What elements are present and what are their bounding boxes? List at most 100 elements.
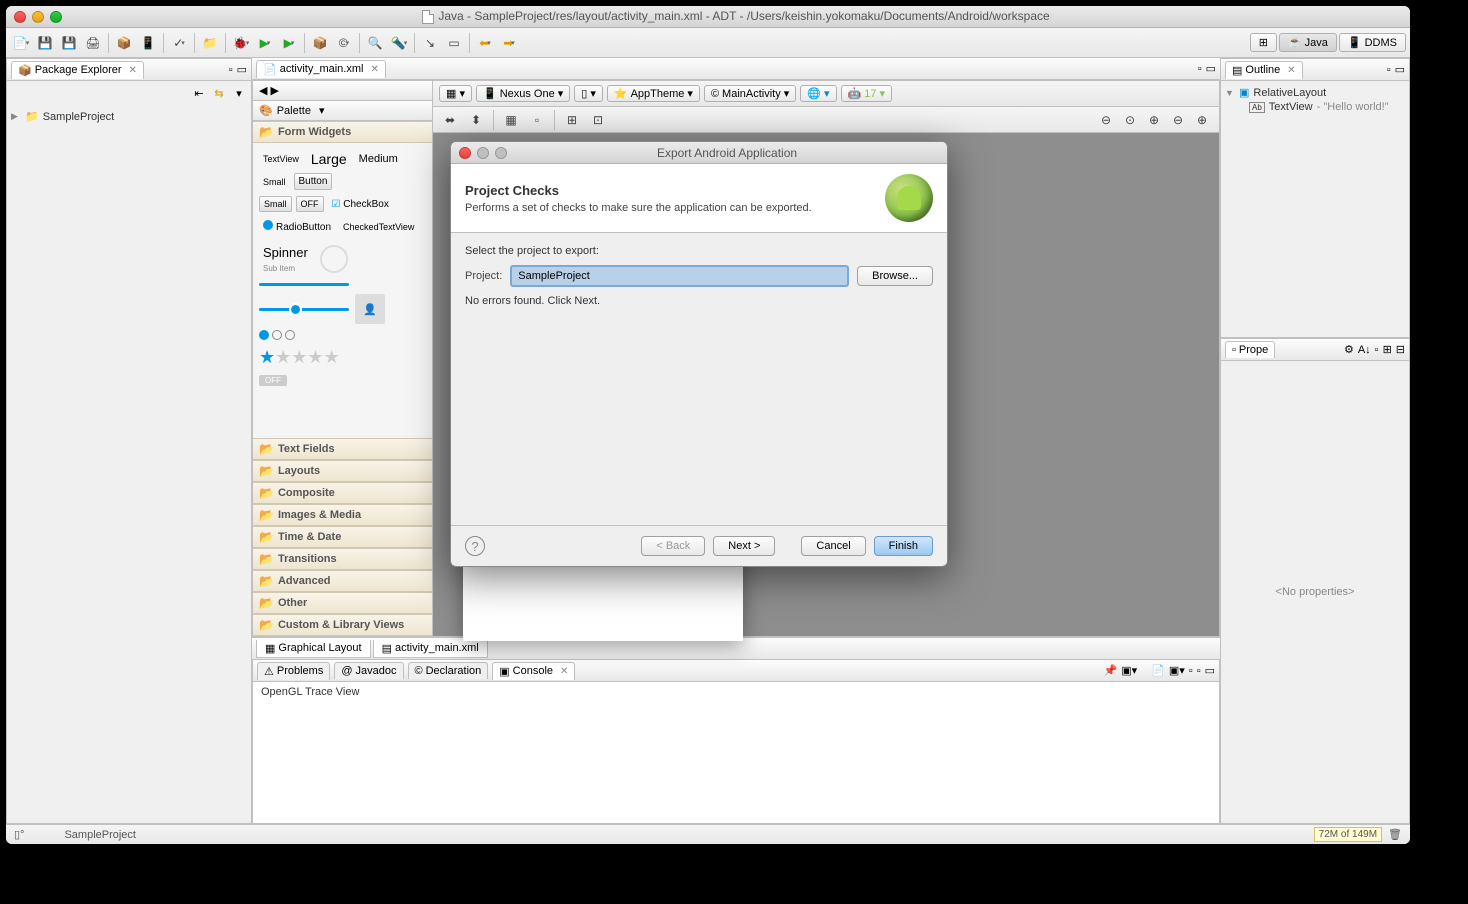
palette-custom[interactable]: 📂Custom & Library Views bbox=[253, 614, 432, 636]
widget-checkedtextview[interactable]: CheckedTextView bbox=[339, 220, 418, 234]
new-package-button[interactable]: 📦 bbox=[309, 32, 331, 54]
widget-small-button[interactable]: Small bbox=[259, 196, 292, 212]
minimize-window-icon[interactable] bbox=[32, 11, 44, 23]
close-window-icon[interactable] bbox=[14, 11, 26, 23]
toggle-margin-icon[interactable]: ▫ bbox=[526, 109, 548, 131]
xml-source-tab[interactable]: ▤ activity_main.xml bbox=[373, 640, 488, 658]
link-editor-icon[interactable]: ⇆ bbox=[211, 85, 227, 101]
project-input[interactable] bbox=[510, 265, 849, 287]
javadoc-tab[interactable]: @ Javadoc bbox=[334, 662, 403, 679]
widget-medium[interactable]: Medium bbox=[355, 151, 402, 167]
save-button[interactable]: 💾 bbox=[34, 32, 56, 54]
widget-switch[interactable]: OFF bbox=[259, 374, 426, 386]
zoom-window-icon[interactable] bbox=[50, 11, 62, 23]
editor-tab[interactable]: 📄 activity_main.xml✕ bbox=[256, 60, 386, 78]
run-button[interactable]: ▶▾ bbox=[254, 32, 276, 54]
search-button[interactable]: 🔦▾ bbox=[388, 32, 410, 54]
print-button[interactable]: 🖨 bbox=[82, 32, 104, 54]
locale-dropdown[interactable]: 🌐 ▾ bbox=[800, 85, 836, 102]
align-h-icon[interactable]: ⬌ bbox=[439, 109, 461, 131]
props-btn2-icon[interactable]: A↓ bbox=[1358, 344, 1371, 356]
zoom-out-icon[interactable]: ⊖ bbox=[1095, 109, 1117, 131]
palette-images-media[interactable]: 📂Images & Media bbox=[253, 504, 432, 526]
outline-min-icon[interactable]: ▫ bbox=[1387, 64, 1391, 76]
widget-textview[interactable]: TextView bbox=[259, 152, 303, 166]
widget-spinner[interactable]: Spinner bbox=[259, 243, 312, 262]
widget-button[interactable]: Button bbox=[294, 173, 333, 190]
forward-button[interactable]: ➡▾ bbox=[498, 32, 520, 54]
dialog-close-icon[interactable] bbox=[459, 147, 471, 159]
props-btn3-icon[interactable]: ▫ bbox=[1375, 344, 1379, 356]
zoom-in-icon[interactable]: ⊖ bbox=[1167, 109, 1189, 131]
palette-composite[interactable]: 📂Composite bbox=[253, 482, 432, 504]
outline-max-icon[interactable]: ▭ bbox=[1395, 63, 1405, 76]
outline-tab[interactable]: ▤ Outline✕ bbox=[1225, 61, 1303, 79]
minimize-view-icon[interactable]: ▭ bbox=[237, 63, 247, 76]
widget-toggle[interactable]: OFF bbox=[296, 196, 324, 212]
palette-layouts[interactable]: 📂Layouts bbox=[253, 460, 432, 482]
palette-nav[interactable]: ◀ ▶ bbox=[253, 81, 432, 101]
minimize-editor-icon[interactable]: ▫ bbox=[1198, 63, 1202, 75]
ddms-perspective-button[interactable]: 📱DDMS bbox=[1339, 33, 1406, 52]
device-dropdown[interactable]: 📱 Nexus One ▾ bbox=[476, 85, 570, 102]
zoom-reset-icon[interactable]: ⊙ bbox=[1119, 109, 1141, 131]
widget-small[interactable]: Small bbox=[259, 175, 290, 189]
memory-indicator[interactable]: 72M of 149M bbox=[1314, 827, 1382, 842]
open-perspective-button[interactable]: ⊞ bbox=[1250, 33, 1277, 52]
widget-large[interactable]: Large bbox=[307, 149, 351, 169]
progress-circle-icon[interactable] bbox=[320, 245, 348, 273]
view-menu-icon[interactable]: ▫ bbox=[229, 64, 233, 76]
widget-radiobutton[interactable]: RadioButton bbox=[259, 218, 335, 235]
widget-subitem[interactable]: Sub Item bbox=[259, 262, 312, 275]
avd-manager-button[interactable]: 📱 bbox=[137, 32, 159, 54]
back-button[interactable]: ⬅▾ bbox=[474, 32, 496, 54]
finish-button[interactable]: Finish bbox=[874, 536, 933, 556]
api-dropdown[interactable]: 🤖17 ▾ bbox=[841, 85, 892, 102]
palette-other[interactable]: 📂Other bbox=[253, 592, 432, 614]
console-min-icon[interactable]: ▫ bbox=[1197, 665, 1201, 677]
new-button[interactable]: 📄▾ bbox=[10, 32, 32, 54]
debug-button[interactable]: 🐞▾ bbox=[230, 32, 252, 54]
toggle-mark-button[interactable]: ↘ bbox=[419, 32, 441, 54]
widget-seekbar[interactable] bbox=[259, 308, 349, 311]
console-lock-icon[interactable]: ▫ bbox=[1189, 665, 1193, 677]
next-button[interactable]: Next > bbox=[713, 536, 775, 556]
console-clear-icon[interactable]: 📄 bbox=[1151, 664, 1165, 677]
declaration-tab[interactable]: © Declaration bbox=[408, 662, 489, 679]
props-btn5-icon[interactable]: ⊟ bbox=[1396, 343, 1405, 356]
java-perspective-button[interactable]: ☕Java bbox=[1279, 33, 1337, 52]
gc-icon[interactable]: 🗑 bbox=[1388, 828, 1402, 841]
collapse-all-icon[interactable]: ⇤ bbox=[191, 85, 207, 101]
outline-child[interactable]: AbTextView - "Hello world!" bbox=[1225, 100, 1405, 114]
console-max-icon[interactable]: ▭ bbox=[1205, 664, 1215, 677]
palette-text-fields[interactable]: 📂Text Fields bbox=[253, 438, 432, 460]
close-outline-icon[interactable]: ✕ bbox=[1287, 65, 1295, 76]
browse-button[interactable]: Browse... bbox=[857, 266, 933, 286]
palette-time-date[interactable]: 📂Time & Date bbox=[253, 526, 432, 548]
toggle-block-button[interactable]: ▭ bbox=[443, 32, 465, 54]
widget-radiogroup[interactable] bbox=[259, 330, 426, 343]
widget-ratingbar[interactable]: ★★★★★ bbox=[259, 347, 426, 368]
toggle-constraints-icon[interactable]: ⊞ bbox=[561, 109, 583, 131]
props-btn4-icon[interactable]: ⊞ bbox=[1383, 343, 1392, 356]
lint-button[interactable]: ✓▾ bbox=[168, 32, 190, 54]
cancel-button[interactable]: Cancel bbox=[801, 536, 865, 556]
widget-checkbox[interactable]: ☑ CheckBox bbox=[328, 197, 393, 212]
zoom-fit-icon[interactable]: ⊕ bbox=[1143, 109, 1165, 131]
properties-tab[interactable]: ▫ Prope bbox=[1225, 341, 1275, 358]
palette-form-widgets[interactable]: 📂Form Widgets bbox=[253, 121, 432, 143]
console-display-icon[interactable]: ▣▾ bbox=[1121, 664, 1137, 677]
config-dropdown[interactable]: ▦ ▾ bbox=[439, 85, 472, 102]
console-tab[interactable]: ▣ Console✕ bbox=[492, 662, 575, 680]
props-btn1-icon[interactable]: ⚙ bbox=[1344, 343, 1354, 356]
console-pin-icon[interactable]: 📌 bbox=[1104, 664, 1118, 677]
palette-transitions[interactable]: 📂Transitions bbox=[253, 548, 432, 570]
palette-advanced[interactable]: 📂Advanced bbox=[253, 570, 432, 592]
theme-dropdown[interactable]: ⭐ AppTheme ▾ bbox=[607, 85, 700, 102]
maximize-editor-icon[interactable]: ▭ bbox=[1206, 62, 1216, 75]
zoom-100-icon[interactable]: ⊕ bbox=[1191, 109, 1213, 131]
run-last-button[interactable]: ▶▾ bbox=[278, 32, 300, 54]
outline-root[interactable]: ▼▣RelativeLayout bbox=[1225, 85, 1405, 100]
sdk-manager-button[interactable]: 📦 bbox=[113, 32, 135, 54]
project-node[interactable]: ▶ 📁 SampleProject bbox=[11, 109, 247, 124]
